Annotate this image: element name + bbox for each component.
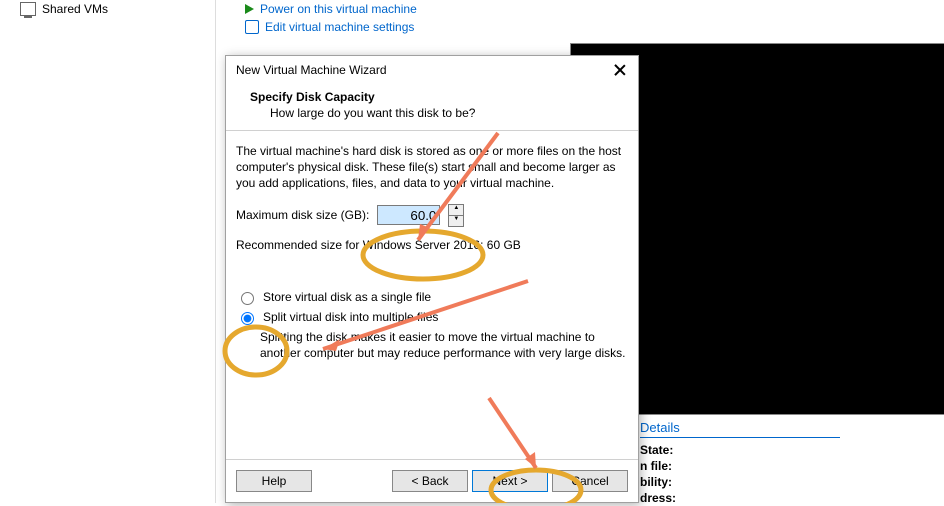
radio-single-file-input[interactable]	[241, 292, 254, 305]
next-button[interactable]: Next >	[472, 470, 548, 492]
radio-split-files[interactable]: Split virtual disk into multiple files	[236, 307, 628, 327]
dialog-titlebar: New Virtual Machine Wizard	[226, 56, 638, 84]
disk-size-input[interactable]	[377, 205, 440, 225]
cancel-button[interactable]: Cancel	[552, 470, 628, 492]
disk-storage-radios: Store virtual disk as a single file Spli…	[236, 287, 628, 362]
disk-size-spinner: ▲ ▼	[448, 204, 464, 227]
details-panel: Details State: n file: bility: dress:	[640, 420, 840, 506]
radio-split-files-input[interactable]	[241, 312, 254, 325]
radio-single-file-label: Store virtual disk as a single file	[263, 289, 431, 305]
spinner-up[interactable]: ▲	[448, 204, 464, 216]
details-bility-label: bility:	[640, 475, 672, 489]
disk-description: The virtual machine's hard disk is store…	[236, 143, 628, 192]
power-on-label: Power on this virtual machine	[260, 2, 417, 16]
split-hint: Splitting the disk makes it easier to mo…	[236, 327, 628, 361]
settings-icon	[245, 20, 259, 34]
spinner-down[interactable]: ▼	[448, 216, 464, 227]
back-button[interactable]: < Back	[392, 470, 468, 492]
dialog-title: New Virtual Machine Wizard	[236, 63, 387, 77]
disk-size-row: Maximum disk size (GB): ▲ ▼	[236, 204, 628, 227]
dialog-header: Specify Disk Capacity How large do you w…	[226, 84, 638, 130]
details-state-label: State:	[640, 443, 673, 457]
new-vm-wizard-dialog: New Virtual Machine Wizard Specify Disk …	[225, 55, 639, 503]
computer-icon	[20, 2, 36, 16]
edit-settings-label: Edit virtual machine settings	[265, 20, 414, 34]
vm-action-links: Power on this virtual machine Edit virtu…	[245, 0, 417, 36]
details-header: Details	[640, 420, 840, 438]
dialog-footer: Help < Back Next > Cancel	[226, 459, 638, 502]
power-on-link[interactable]: Power on this virtual machine	[245, 0, 417, 18]
recommended-size: Recommended size for Windows Server 2016…	[236, 237, 628, 253]
dialog-subheading: How large do you want this disk to be?	[250, 106, 638, 120]
edit-settings-link[interactable]: Edit virtual machine settings	[245, 18, 417, 36]
help-button[interactable]: Help	[236, 470, 312, 492]
dialog-body: The virtual machine's hard disk is store…	[226, 131, 638, 362]
radio-single-file[interactable]: Store virtual disk as a single file	[236, 287, 628, 307]
radio-split-files-label: Split virtual disk into multiple files	[263, 309, 438, 325]
tree-item-label: Shared VMs	[42, 2, 108, 16]
details-file-label: n file:	[640, 459, 672, 473]
sidebar-tree: Shared VMs	[0, 0, 216, 503]
close-icon[interactable]	[610, 62, 630, 78]
play-icon	[245, 4, 254, 14]
dialog-heading: Specify Disk Capacity	[250, 90, 638, 104]
disk-size-label: Maximum disk size (GB):	[236, 207, 369, 223]
tree-item-shared-vms[interactable]: Shared VMs	[0, 0, 215, 18]
